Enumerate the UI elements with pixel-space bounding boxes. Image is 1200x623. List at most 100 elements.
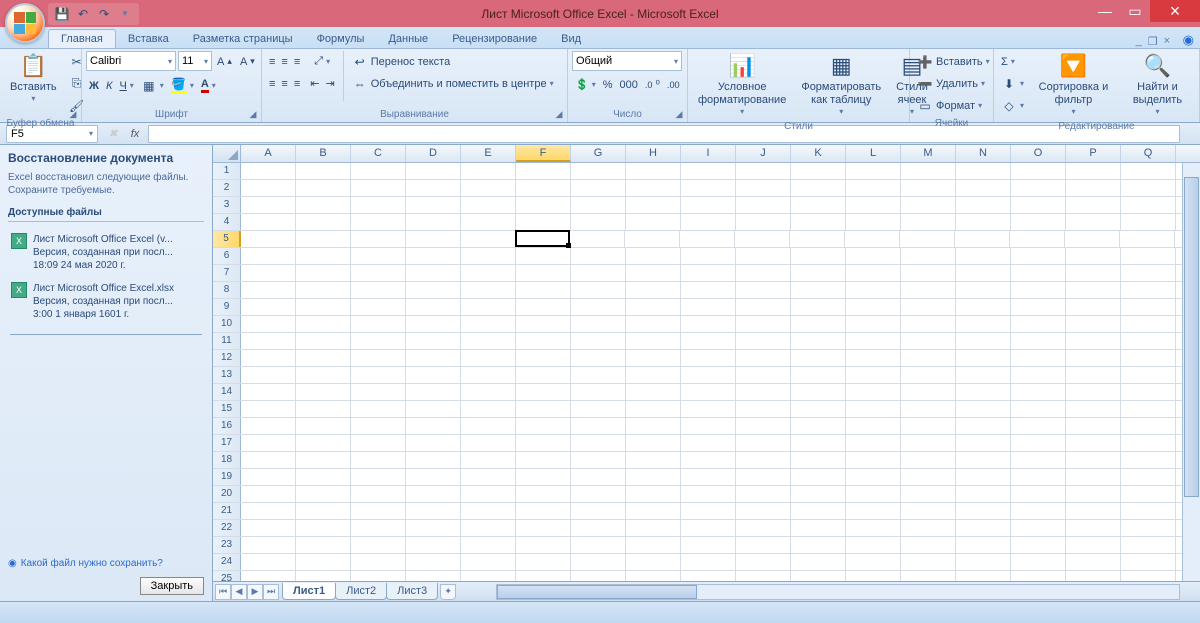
cell[interactable] <box>791 452 846 468</box>
cell[interactable] <box>791 265 846 281</box>
cell[interactable] <box>1066 503 1121 519</box>
cell[interactable] <box>241 282 296 298</box>
cell[interactable] <box>956 197 1011 213</box>
row-header[interactable]: 23 <box>213 537 241 553</box>
cell[interactable] <box>680 231 735 247</box>
cell[interactable] <box>736 350 791 366</box>
cell[interactable] <box>406 571 461 581</box>
clipboard-launcher[interactable]: ◢ <box>67 108 79 120</box>
find-select-button[interactable]: 🔍Найти и выделить▾ <box>1120 51 1195 119</box>
cell[interactable] <box>791 503 846 519</box>
cell[interactable] <box>736 486 791 502</box>
cell[interactable] <box>406 316 461 332</box>
cell[interactable] <box>901 265 956 281</box>
cell[interactable] <box>681 401 736 417</box>
column-header[interactable]: O <box>1011 145 1066 162</box>
cell[interactable] <box>1066 197 1121 213</box>
cell[interactable] <box>406 554 461 570</box>
help-icon[interactable]: ◉ <box>1183 32 1194 48</box>
sort-filter-button[interactable]: 🔽Сортировка и фильтр▾ <box>1030 51 1117 119</box>
cell[interactable] <box>461 350 516 366</box>
cell[interactable] <box>846 299 901 315</box>
cell[interactable] <box>791 554 846 570</box>
row-header[interactable]: 19 <box>213 469 241 485</box>
cell[interactable] <box>901 503 956 519</box>
cell[interactable] <box>406 537 461 553</box>
cell[interactable] <box>1120 231 1175 247</box>
cell[interactable] <box>1066 316 1121 332</box>
align-launcher[interactable]: ◢ <box>553 108 565 120</box>
redo-icon[interactable]: ↷ <box>95 5 113 23</box>
format-as-table-button[interactable]: ▦Форматировать как таблицу▾ <box>795 51 887 119</box>
cell[interactable] <box>1066 384 1121 400</box>
cell[interactable] <box>956 248 1011 264</box>
cell[interactable] <box>1066 537 1121 553</box>
tab-главная[interactable]: Главная <box>48 29 116 48</box>
cell[interactable] <box>626 180 681 196</box>
cell[interactable] <box>846 452 901 468</box>
cell[interactable] <box>626 299 681 315</box>
tab-рецензирование[interactable]: Рецензирование <box>440 30 549 48</box>
cell[interactable] <box>1011 350 1066 366</box>
cell[interactable] <box>351 486 406 502</box>
cell[interactable] <box>956 418 1011 434</box>
cell[interactable] <box>681 350 736 366</box>
cell[interactable] <box>296 350 351 366</box>
cell[interactable] <box>461 231 516 247</box>
cell[interactable] <box>681 163 736 179</box>
cell[interactable] <box>791 486 846 502</box>
cell[interactable] <box>1066 350 1121 366</box>
cell[interactable] <box>571 299 626 315</box>
cell[interactable] <box>351 333 406 349</box>
cell[interactable] <box>515 230 570 247</box>
cell[interactable] <box>791 248 846 264</box>
cell[interactable] <box>516 554 571 570</box>
cell[interactable] <box>571 350 626 366</box>
cell[interactable] <box>901 282 956 298</box>
cell[interactable] <box>1011 554 1066 570</box>
column-header[interactable]: H <box>626 145 681 162</box>
cell[interactable] <box>351 282 406 298</box>
column-header[interactable]: M <box>901 145 956 162</box>
underline-button[interactable]: Ч▾ <box>116 75 136 96</box>
cell[interactable] <box>516 452 571 468</box>
cell[interactable] <box>461 554 516 570</box>
cell[interactable] <box>901 197 956 213</box>
row-header[interactable]: 25 <box>213 571 241 581</box>
cell[interactable] <box>296 571 351 581</box>
cell[interactable] <box>1121 503 1176 519</box>
paste-button[interactable]: 📋 Вставить▾ <box>4 51 63 106</box>
cell[interactable] <box>681 452 736 468</box>
cell[interactable] <box>241 418 296 434</box>
cell[interactable] <box>626 333 681 349</box>
cell[interactable] <box>461 418 516 434</box>
cell[interactable] <box>241 214 296 230</box>
cell[interactable] <box>736 282 791 298</box>
column-header[interactable]: Q <box>1121 145 1176 162</box>
cell[interactable] <box>791 401 846 417</box>
cell[interactable] <box>626 486 681 502</box>
cell[interactable] <box>956 180 1011 196</box>
cell[interactable] <box>901 537 956 553</box>
cell[interactable] <box>351 452 406 468</box>
cell[interactable] <box>571 214 626 230</box>
cell[interactable] <box>1066 214 1121 230</box>
cell[interactable] <box>736 452 791 468</box>
cell[interactable] <box>736 435 791 451</box>
cell[interactable] <box>846 350 901 366</box>
row-header[interactable]: 15 <box>213 401 241 417</box>
cell[interactable] <box>1066 163 1121 179</box>
new-sheet-button[interactable]: ✦ <box>440 584 456 600</box>
row-header[interactable]: 1 <box>213 163 241 179</box>
cell[interactable] <box>406 214 461 230</box>
cell[interactable] <box>1011 248 1066 264</box>
cell[interactable] <box>516 333 571 349</box>
cell[interactable] <box>956 214 1011 230</box>
cell[interactable] <box>296 384 351 400</box>
merge-center-button[interactable]: ⇔Объединить и поместить в центре▾ <box>349 73 557 94</box>
cell[interactable] <box>681 299 736 315</box>
cell[interactable] <box>1121 486 1176 502</box>
cell[interactable] <box>626 265 681 281</box>
cell[interactable] <box>901 299 956 315</box>
row-header[interactable]: 5 <box>213 231 241 247</box>
